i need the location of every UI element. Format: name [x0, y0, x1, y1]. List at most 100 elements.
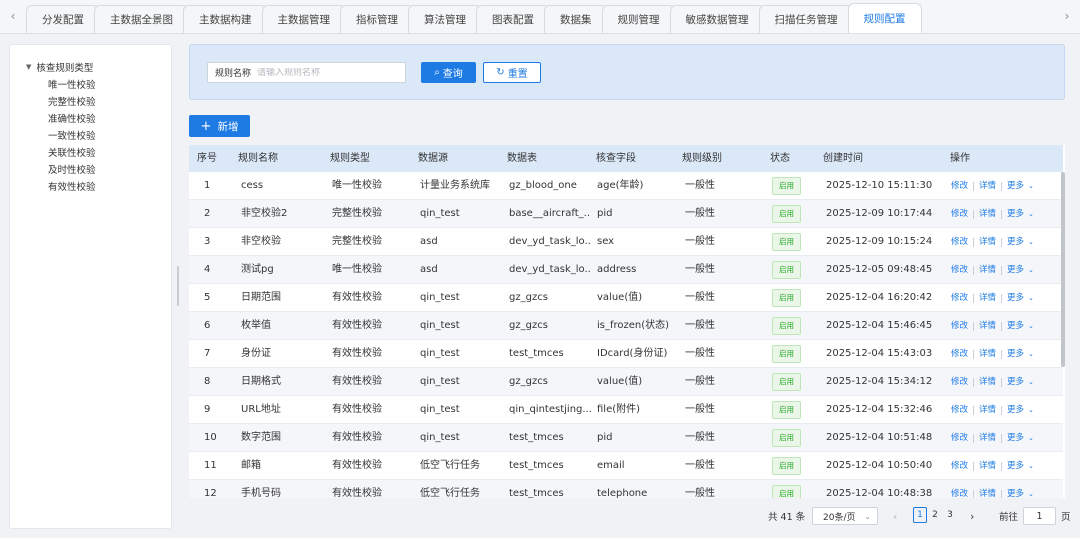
- chevron-down-icon[interactable]: ⌄: [1028, 340, 1034, 368]
- tab-scroll-right-icon[interactable]: ›: [1054, 0, 1080, 33]
- edit-link[interactable]: 修改: [951, 368, 968, 396]
- tab-9[interactable]: 敏感数据管理: [669, 5, 765, 33]
- table-row[interactable]: 11 邮箱 有效性校验 低空飞行任务 test_tmces email 一般性 启用 2025-…: [189, 452, 1063, 480]
- edit-link[interactable]: 修改: [951, 312, 968, 340]
- goto-page-input[interactable]: 1: [1023, 507, 1057, 525]
- tab-1[interactable]: 主数据全景图: [94, 5, 189, 33]
- table-scrollbar[interactable]: [1061, 172, 1065, 367]
- detail-link[interactable]: 详情: [979, 200, 996, 228]
- table-row[interactable]: 1 cess 唯一性校验 计量业务系统库 gz_blood_one age(年龄) 一般性 启…: [189, 172, 1063, 200]
- edit-link[interactable]: 修改: [951, 284, 968, 312]
- chevron-down-icon[interactable]: ⌄: [1028, 228, 1034, 256]
- tree-item[interactable]: 及时性校验: [48, 162, 96, 176]
- table-row[interactable]: 5 日期范围 有效性校验 qin_test gz_gzcs value(值) 一般性 启用 20…: [189, 284, 1063, 312]
- table-row[interactable]: 7 身份证 有效性校验 qin_test test_tmces IDcard(身份证) 一般…: [189, 340, 1063, 368]
- tree-item[interactable]: 唯一性校验: [48, 77, 96, 91]
- detail-link[interactable]: 详情: [979, 284, 996, 312]
- panel-resize-handle[interactable]: [177, 266, 179, 306]
- tab-7[interactable]: 数据集: [544, 5, 608, 33]
- tree-item[interactable]: 关联性校验: [48, 145, 96, 159]
- tree-item[interactable]: 准确性校验: [48, 111, 96, 125]
- tab-10[interactable]: 扫描任务管理: [758, 5, 854, 33]
- cell-source: 低空飞行任务: [420, 460, 480, 471]
- chevron-down-icon[interactable]: ⌄: [1028, 172, 1034, 200]
- table-row[interactable]: 6 枚举值 有效性校验 qin_test gz_gzcs is_frozen(状态) 一般性…: [189, 312, 1063, 340]
- chevron-down-icon[interactable]: ⌄: [1028, 452, 1034, 480]
- more-link[interactable]: 更多: [1007, 480, 1024, 498]
- table-row[interactable]: 10 数字范围 有效性校验 qin_test test_tmces pid 一般性 启用 202…: [189, 424, 1063, 452]
- more-link[interactable]: 更多: [1007, 256, 1024, 284]
- edit-link[interactable]: 修改: [951, 200, 968, 228]
- detail-link[interactable]: 详情: [979, 340, 996, 368]
- action-divider: [1001, 461, 1003, 471]
- chevron-down-icon[interactable]: ⌄: [1028, 284, 1034, 312]
- page-size-select[interactable]: 20条/页 ⌄: [812, 507, 878, 525]
- table-row[interactable]: 3 非空校验 完整性校验 asd dev_yd_task_lo... sex 一般性 启用 20…: [189, 228, 1063, 256]
- table-row[interactable]: 2 非空校验2 完整性校验 qin_test base__aircraft_... pid…: [189, 200, 1063, 228]
- more-link[interactable]: 更多: [1007, 228, 1024, 256]
- more-link[interactable]: 更多: [1007, 396, 1024, 424]
- page-number[interactable]: 3: [943, 507, 957, 523]
- tree-item[interactable]: 一致性校验: [48, 128, 96, 142]
- tab-2[interactable]: 主数据构建: [183, 5, 268, 33]
- edit-link[interactable]: 修改: [951, 480, 968, 498]
- tree-item[interactable]: 有效性校验: [48, 179, 96, 193]
- tab-scroll-left-icon[interactable]: ‹: [0, 0, 26, 33]
- more-link[interactable]: 更多: [1007, 452, 1024, 480]
- detail-link[interactable]: 详情: [979, 256, 996, 284]
- edit-link[interactable]: 修改: [951, 340, 968, 368]
- table-row[interactable]: 8 日期格式 有效性校验 qin_test gz_gzcs value(值) 一般性 启用 20…: [189, 368, 1063, 396]
- rule-name-input[interactable]: [257, 67, 388, 78]
- more-link[interactable]: 更多: [1007, 424, 1024, 452]
- reset-button[interactable]: ↻ 重置: [483, 62, 541, 83]
- chevron-down-icon[interactable]: ⌄: [1028, 480, 1034, 498]
- detail-link[interactable]: 详情: [979, 480, 996, 498]
- edit-link[interactable]: 修改: [951, 424, 968, 452]
- more-link[interactable]: 更多: [1007, 284, 1024, 312]
- detail-link[interactable]: 详情: [979, 312, 996, 340]
- table-row[interactable]: 12 手机号码 有效性校验 低空飞行任务 test_tmces telephone 一般性 启…: [189, 480, 1063, 498]
- more-link[interactable]: 更多: [1007, 340, 1024, 368]
- edit-link[interactable]: 修改: [951, 172, 968, 200]
- query-button[interactable]: ⌕ 查询: [421, 62, 476, 83]
- status-cell: 启用: [772, 256, 820, 284]
- detail-link[interactable]: 详情: [979, 368, 996, 396]
- detail-link[interactable]: 详情: [979, 228, 996, 256]
- chevron-down-icon[interactable]: ⌄: [1028, 200, 1034, 228]
- chevron-down-icon[interactable]: ⌄: [1028, 368, 1034, 396]
- tab-3[interactable]: 主数据管理: [261, 5, 346, 33]
- table-row[interactable]: 4 测试pg 唯一性校验 asd dev_yd_task_lo... address 一般性…: [189, 256, 1063, 284]
- table-row[interactable]: 9 URL地址 有效性校验 qin_test qin_qintestjing... fil…: [189, 396, 1063, 424]
- more-link[interactable]: 更多: [1007, 200, 1024, 228]
- more-link[interactable]: 更多: [1007, 312, 1024, 340]
- more-link[interactable]: 更多: [1007, 368, 1024, 396]
- tab-0[interactable]: 分发配置: [26, 5, 100, 33]
- tab-4[interactable]: 指标管理: [340, 5, 414, 33]
- edit-link[interactable]: 修改: [951, 228, 968, 256]
- page-number[interactable]: 2: [928, 507, 942, 523]
- chevron-down-icon[interactable]: ⌄: [1028, 256, 1034, 284]
- next-page-icon[interactable]: ›: [970, 507, 974, 525]
- tab-11[interactable]: 规则配置: [847, 3, 922, 33]
- detail-link[interactable]: 详情: [979, 396, 996, 424]
- edit-link[interactable]: 修改: [951, 452, 968, 480]
- detail-link[interactable]: 详情: [979, 424, 996, 452]
- add-button[interactable]: + 新增: [189, 115, 250, 137]
- chevron-down-icon[interactable]: ⌄: [1028, 424, 1034, 452]
- more-link[interactable]: 更多: [1007, 172, 1024, 200]
- page-number[interactable]: 1: [913, 507, 927, 523]
- edit-link[interactable]: 修改: [951, 256, 968, 284]
- tab-6[interactable]: 图表配置: [476, 5, 550, 33]
- tab-8[interactable]: 规则管理: [601, 5, 676, 33]
- chevron-down-icon[interactable]: ⌄: [1028, 396, 1034, 424]
- detail-link[interactable]: 详情: [979, 172, 996, 200]
- edit-link[interactable]: 修改: [951, 396, 968, 424]
- chevron-down-icon[interactable]: ⌄: [1028, 312, 1034, 340]
- tab-5[interactable]: 算法管理: [408, 5, 482, 33]
- detail-link[interactable]: 详情: [979, 452, 996, 480]
- tree-item[interactable]: 完整性校验: [48, 94, 96, 108]
- cell-source: qin_test: [420, 404, 460, 415]
- caret-down-icon[interactable]: ▼: [26, 63, 31, 71]
- tree-root[interactable]: ▼ 核查规则类型: [26, 60, 93, 74]
- prev-page-icon[interactable]: ‹: [893, 507, 897, 525]
